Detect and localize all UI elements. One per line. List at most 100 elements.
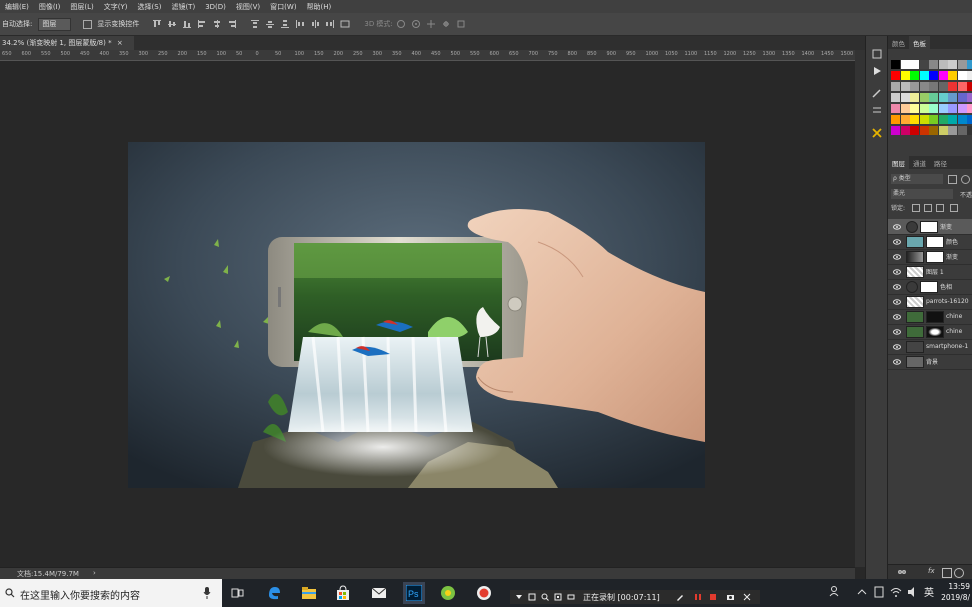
color-swatch[interactable] <box>929 104 938 113</box>
layer-row[interactable]: 背景 <box>888 354 972 370</box>
add-mask-icon[interactable] <box>942 568 952 578</box>
system-clock[interactable]: 13:59 2019/8/ <box>934 581 972 605</box>
pause-icon[interactable] <box>694 593 702 603</box>
distribute-vcenter-icon[interactable] <box>265 19 277 29</box>
document-tab[interactable]: 34.2% (渐变映射 1, 图层蒙版/8) * × <box>0 36 134 50</box>
color-swatch[interactable] <box>957 115 967 124</box>
search-input[interactable]: 在这里输入你要搜索的内容 <box>20 587 140 602</box>
visibility-eye-icon[interactable] <box>893 298 901 305</box>
align-bottom-icon[interactable] <box>182 19 194 29</box>
color-swatch[interactable] <box>891 104 900 113</box>
color-swatch[interactable] <box>929 60 938 69</box>
tab-color[interactable]: 颜色 <box>888 36 909 49</box>
distribute-hcenter-icon[interactable] <box>310 19 322 29</box>
align-left-icon[interactable] <box>197 19 209 29</box>
visibility-eye-icon[interactable] <box>893 358 901 365</box>
color-swatch[interactable] <box>957 82 967 91</box>
layer-row[interactable]: chine <box>888 309 972 325</box>
color-swatch[interactable] <box>919 104 929 113</box>
color-swatch[interactable] <box>919 71 929 80</box>
scale-3d-icon[interactable] <box>456 19 468 29</box>
distribute-left-icon[interactable] <box>295 19 307 29</box>
layer-row[interactable]: smartphone-1 <box>888 339 972 355</box>
color-swatch[interactable] <box>957 104 967 113</box>
menu-type[interactable]: 文字(Y) <box>104 2 128 12</box>
align-right-icon[interactable] <box>227 19 239 29</box>
color-swatch[interactable] <box>929 93 938 102</box>
document-tab-close-icon[interactable]: × <box>117 39 123 47</box>
tray-expand-icon[interactable] <box>857 588 867 598</box>
color-swatch[interactable] <box>929 115 938 124</box>
recorder-app-icon[interactable] <box>474 583 494 603</box>
color-swatch[interactable] <box>967 71 972 80</box>
visibility-eye-icon[interactable] <box>893 328 901 335</box>
color-swatch[interactable] <box>948 60 957 69</box>
color-swatch[interactable] <box>938 104 948 113</box>
color-swatch[interactable] <box>900 82 910 91</box>
color-swatch[interactable] <box>948 93 957 102</box>
menu-view[interactable]: 视图(V) <box>236 2 260 12</box>
mail-icon[interactable] <box>369 583 389 603</box>
region-icon[interactable] <box>567 593 575 603</box>
tab-layers[interactable]: 图层 <box>888 156 909 169</box>
menu-image[interactable]: 图像(I) <box>39 2 61 12</box>
tab-channels[interactable]: 通道 <box>909 156 930 169</box>
color-swatch[interactable] <box>929 82 938 91</box>
tab-paths[interactable]: 路径 <box>930 156 951 169</box>
color-swatch[interactable] <box>891 115 900 124</box>
align-hcenter-icon[interactable] <box>212 19 224 29</box>
color-swatch[interactable] <box>919 126 929 135</box>
layer-row[interactable]: 渐变 <box>888 249 972 265</box>
tab-swatches[interactable]: 色板 <box>909 36 930 49</box>
lock-transparent-icon[interactable] <box>912 204 920 212</box>
stop-icon[interactable] <box>709 593 717 603</box>
menu-select[interactable]: 选择(S) <box>138 2 162 12</box>
visibility-eye-icon[interactable] <box>893 343 901 350</box>
color-swatch[interactable] <box>967 115 972 124</box>
lock-position-icon[interactable] <box>936 204 944 212</box>
file-explorer-icon[interactable] <box>299 583 319 603</box>
task-view-icon[interactable] <box>228 583 248 603</box>
window-icon[interactable] <box>528 593 536 603</box>
align-top-icon[interactable] <box>152 19 164 29</box>
color-swatch[interactable] <box>938 82 948 91</box>
zoom-icon[interactable] <box>541 593 549 603</box>
lock-pixels-icon[interactable] <box>924 204 932 212</box>
color-swatch[interactable] <box>919 82 929 91</box>
color-swatch[interactable] <box>938 115 948 124</box>
layer-row[interactable]: chine <box>888 324 972 340</box>
color-swatch[interactable] <box>948 126 957 135</box>
tray-app-icon[interactable] <box>874 586 884 600</box>
color-swatch[interactable] <box>938 126 948 135</box>
swatch-grid[interactable] <box>888 60 972 140</box>
store-icon[interactable] <box>333 583 353 603</box>
color-swatch[interactable] <box>900 104 910 113</box>
visibility-eye-icon[interactable] <box>893 223 901 230</box>
fullscreen-icon[interactable] <box>554 593 562 603</box>
color-swatch[interactable] <box>929 71 938 80</box>
menu-help[interactable]: 帮助(H) <box>307 2 332 12</box>
color-swatch[interactable] <box>910 60 919 69</box>
lock-all-icon[interactable] <box>950 204 958 212</box>
color-swatch[interactable] <box>919 115 929 124</box>
color-swatch[interactable] <box>919 93 929 102</box>
adjust-panel-icon[interactable] <box>871 104 883 116</box>
layer-row[interactable]: 图层 1 <box>888 264 972 280</box>
color-swatch[interactable] <box>910 104 919 113</box>
taskbar-search-box[interactable]: 在这里输入你要搜索的内容 <box>0 579 222 607</box>
document-canvas[interactable] <box>128 142 705 488</box>
tools-cross-icon[interactable] <box>871 127 883 139</box>
color-swatch[interactable] <box>919 60 929 69</box>
color-swatch[interactable] <box>900 71 910 80</box>
camera-icon[interactable] <box>726 593 735 603</box>
color-swatch[interactable] <box>929 126 938 135</box>
color-swatch[interactable] <box>967 82 972 91</box>
pen-icon[interactable] <box>676 593 684 603</box>
menu-filter[interactable]: 滤镜(T) <box>171 2 195 12</box>
fx-button[interactable]: fx <box>928 567 935 575</box>
color-swatch[interactable] <box>967 126 972 135</box>
distribute-top-icon[interactable] <box>250 19 262 29</box>
color-swatch[interactable] <box>900 93 910 102</box>
visibility-eye-icon[interactable] <box>893 238 901 245</box>
wifi-icon[interactable] <box>890 586 902 600</box>
